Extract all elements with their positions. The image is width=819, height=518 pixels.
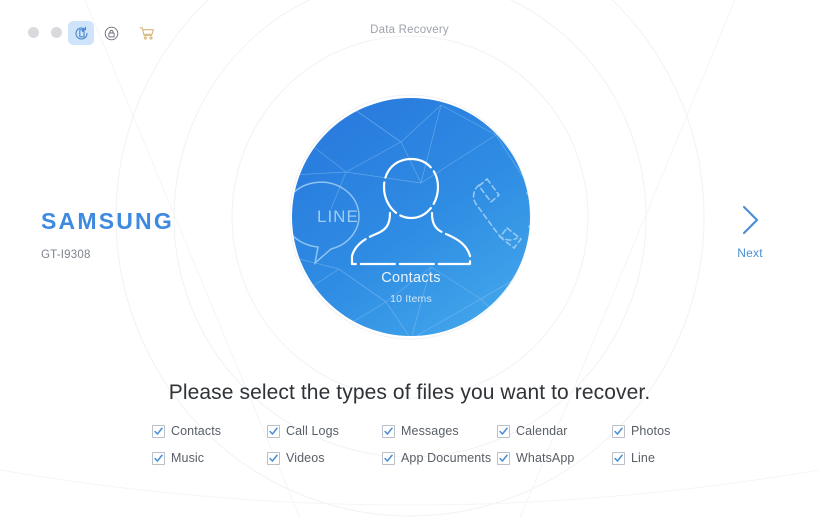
file-type-row: Contacts Call Logs Messages Calendar Pho… (0, 424, 819, 451)
checkbox-label: App Documents (401, 451, 492, 465)
app-window: Data Recovery SAMSUNG GT-I9308 LINE Cont… (0, 0, 819, 518)
file-type-selector: Contacts Call Logs Messages Calendar Pho… (0, 424, 819, 478)
check-icon (614, 453, 623, 462)
page-title: Please select the types of files you wan… (168, 381, 651, 404)
check-icon (154, 453, 163, 462)
checkbox-app-documents[interactable]: App Documents (382, 451, 491, 465)
hero-category-label: Contacts (381, 270, 441, 286)
samsung-logo: SAMSUNG (41, 208, 174, 234)
check-icon (499, 453, 508, 462)
check-icon (154, 426, 163, 435)
checkbox-box[interactable] (612, 451, 625, 465)
checkbox-box[interactable] (497, 451, 510, 465)
checkbox-box[interactable] (382, 451, 395, 465)
checkbox-label: Messages (401, 424, 459, 438)
checkbox-videos[interactable]: Videos (267, 451, 325, 465)
device-model: GT-I9308 (41, 249, 91, 261)
check-icon (269, 426, 278, 435)
check-icon (269, 453, 278, 462)
file-type-row: Music Videos App Documents WhatsApp Line (0, 451, 819, 478)
checkbox-calendar[interactable]: Calendar (497, 424, 568, 438)
check-icon (499, 426, 508, 435)
check-icon (614, 426, 623, 435)
checkbox-box[interactable] (267, 451, 280, 465)
device-brand-block: SAMSUNG GT-I9308 (41, 208, 174, 261)
checkbox-photos[interactable]: Photos (612, 424, 671, 438)
window-title: Data Recovery (370, 24, 449, 36)
check-icon (384, 453, 393, 462)
checkbox-box[interactable] (612, 424, 625, 438)
next-label: Next (737, 246, 763, 260)
line-bubble-label: LINE (317, 207, 359, 226)
checkbox-music[interactable]: Music (152, 451, 204, 465)
chevron-right-icon (742, 205, 759, 235)
next-button[interactable]: Next (722, 203, 778, 260)
checkbox-label: Call Logs (286, 424, 340, 438)
checkbox-box[interactable] (497, 424, 510, 438)
checkbox-line[interactable]: Line (612, 451, 655, 465)
checkbox-box[interactable] (382, 424, 395, 438)
checkbox-contacts[interactable]: Contacts (152, 424, 221, 438)
checkbox-call-logs[interactable]: Call Logs (267, 424, 339, 438)
check-icon (384, 426, 393, 435)
checkbox-box[interactable] (152, 424, 165, 438)
checkbox-label: Photos (631, 424, 671, 438)
hero-item-count: 10 Items (390, 293, 432, 305)
checkbox-label: Line (631, 451, 656, 465)
checkbox-whatsapp[interactable]: WhatsApp (497, 451, 574, 465)
checkbox-label: Music (171, 451, 205, 465)
checkbox-label: Videos (286, 451, 325, 465)
checkbox-label: Calendar (516, 424, 568, 438)
checkbox-box[interactable] (152, 451, 165, 465)
checkbox-label: Contacts (171, 424, 222, 438)
checkbox-box[interactable] (267, 424, 280, 438)
checkbox-label: WhatsApp (516, 451, 575, 465)
checkbox-messages[interactable]: Messages (382, 424, 459, 438)
hero-category-circle[interactable]: LINE Contacts 10 Items (291, 97, 531, 337)
title-bar: Data Recovery (0, 0, 819, 62)
